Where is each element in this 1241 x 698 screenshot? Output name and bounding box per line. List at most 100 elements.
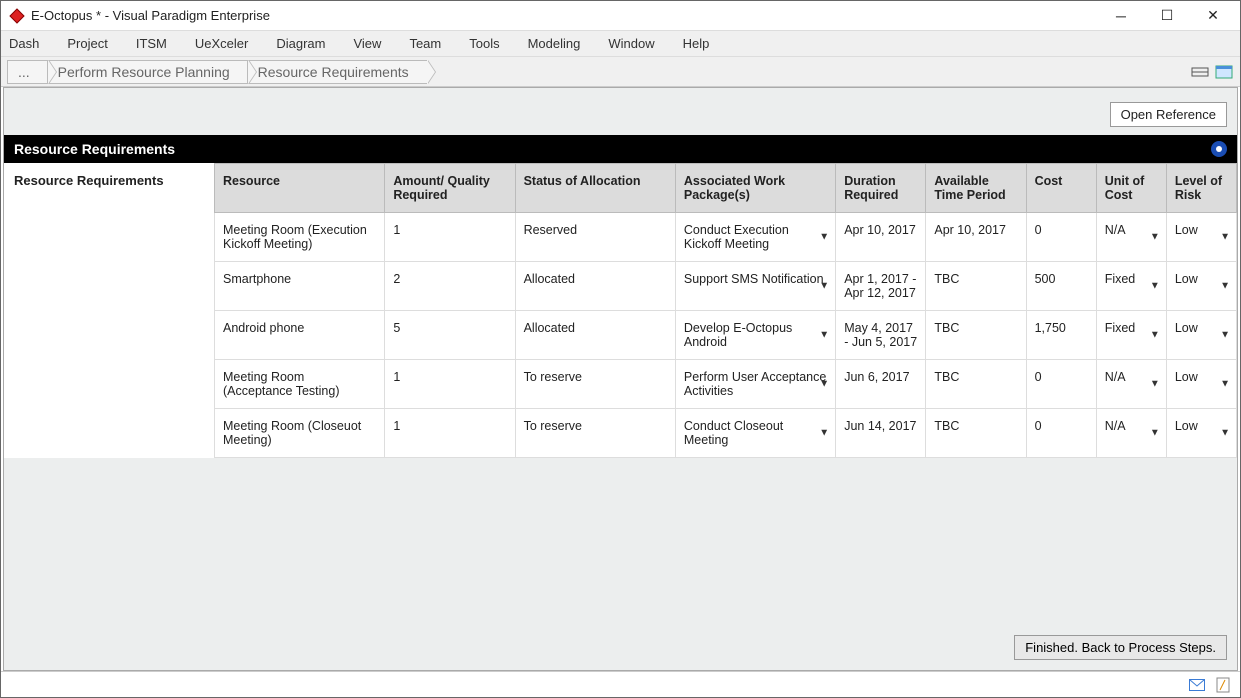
chevron-down-icon[interactable]: ▼ (819, 379, 829, 390)
cell-unit[interactable]: N/A▼ (1096, 213, 1166, 262)
breadcrumb-item[interactable]: Perform Resource Planning (47, 60, 248, 84)
col-period[interactable]: Available Time Period (926, 164, 1026, 213)
cell-duration[interactable]: Apr 10, 2017 (836, 213, 926, 262)
cell-status[interactable]: To reserve (515, 360, 675, 409)
cell-amount[interactable]: 1 (385, 360, 515, 409)
menu-window[interactable]: Window (608, 36, 654, 51)
menu-modeling[interactable]: Modeling (528, 36, 581, 51)
cell-amount[interactable]: 5 (385, 311, 515, 360)
table-row[interactable]: Smartphone2AllocatedSupport SMS Notifica… (215, 262, 1237, 311)
cell-duration[interactable]: Jun 14, 2017 (836, 409, 926, 458)
col-cost[interactable]: Cost (1026, 164, 1096, 213)
cell-cost[interactable]: 0 (1026, 213, 1096, 262)
cell-unit[interactable]: N/A▼ (1096, 409, 1166, 458)
chevron-down-icon[interactable]: ▼ (1220, 330, 1230, 341)
table-row[interactable]: Meeting Room (Closeuot Meeting)1To reser… (215, 409, 1237, 458)
menu-team[interactable]: Team (409, 36, 441, 51)
chevron-down-icon[interactable]: ▼ (1150, 330, 1160, 341)
cell-status[interactable]: Allocated (515, 262, 675, 311)
cell-unit[interactable]: N/A▼ (1096, 360, 1166, 409)
cell-period[interactable]: TBC (926, 311, 1026, 360)
col-work[interactable]: Associated Work Package(s) (675, 164, 835, 213)
cell-resource[interactable]: Meeting Room (Closeuot Meeting) (215, 409, 385, 458)
chevron-down-icon[interactable]: ▼ (819, 330, 829, 341)
breadcrumb-item[interactable]: ... (7, 60, 48, 84)
menu-view[interactable]: View (353, 36, 381, 51)
col-unit[interactable]: Unit of Cost (1096, 164, 1166, 213)
cell-resource[interactable]: Meeting Room (Acceptance Testing) (215, 360, 385, 409)
cell-cost[interactable]: 1,750 (1026, 311, 1096, 360)
cell-work[interactable]: Conduct Execution Kickoff Meeting▼ (675, 213, 835, 262)
table-header-row: Resource Amount/ Quality Required Status… (215, 164, 1237, 213)
cell-duration[interactable]: Jun 6, 2017 (836, 360, 926, 409)
cell-period[interactable]: TBC (926, 360, 1026, 409)
table-row[interactable]: Meeting Room (Execution Kickoff Meeting)… (215, 213, 1237, 262)
pin-icon[interactable] (1211, 141, 1227, 157)
cell-status[interactable]: To reserve (515, 409, 675, 458)
toolbar-icon-1[interactable] (1190, 62, 1210, 82)
cell-work[interactable]: Conduct Closeout Meeting▼ (675, 409, 835, 458)
cell-cost[interactable]: 500 (1026, 262, 1096, 311)
toolbar-icon-2[interactable] (1214, 62, 1234, 82)
cell-risk[interactable]: Low▼ (1166, 311, 1236, 360)
chevron-down-icon[interactable]: ▼ (1150, 281, 1160, 292)
cell-period[interactable]: TBC (926, 262, 1026, 311)
cell-unit[interactable]: Fixed▼ (1096, 311, 1166, 360)
cell-resource[interactable]: Smartphone (215, 262, 385, 311)
menu-uexceler[interactable]: UeXceler (195, 36, 248, 51)
col-amount[interactable]: Amount/ Quality Required (385, 164, 515, 213)
chevron-down-icon[interactable]: ▼ (1220, 379, 1230, 390)
chevron-down-icon[interactable]: ▼ (1150, 232, 1160, 243)
cell-resource[interactable]: Android phone (215, 311, 385, 360)
cell-duration[interactable]: May 4, 2017 - Jun 5, 2017 (836, 311, 926, 360)
cell-work[interactable]: Develop E-Octopus Android▼ (675, 311, 835, 360)
col-resource[interactable]: Resource (215, 164, 385, 213)
cell-risk[interactable]: Low▼ (1166, 360, 1236, 409)
chevron-down-icon[interactable]: ▼ (1220, 232, 1230, 243)
cell-risk[interactable]: Low▼ (1166, 409, 1236, 458)
close-button[interactable]: ✕ (1190, 1, 1236, 31)
cell-duration[interactable]: Apr 1, 2017 - Apr 12, 2017 (836, 262, 926, 311)
cell-unit[interactable]: Fixed▼ (1096, 262, 1166, 311)
cell-risk[interactable]: Low▼ (1166, 213, 1236, 262)
cell-work[interactable]: Support SMS Notification▼ (675, 262, 835, 311)
maximize-button[interactable]: ☐ (1144, 1, 1190, 31)
chevron-down-icon[interactable]: ▼ (1150, 428, 1160, 439)
cell-period[interactable]: Apr 10, 2017 (926, 213, 1026, 262)
col-duration[interactable]: Duration Required (836, 164, 926, 213)
cell-cost[interactable]: 0 (1026, 409, 1096, 458)
mail-icon[interactable] (1188, 676, 1206, 694)
col-status[interactable]: Status of Allocation (515, 164, 675, 213)
minimize-button[interactable]: ─ (1098, 1, 1144, 31)
cell-amount[interactable]: 1 (385, 409, 515, 458)
chevron-down-icon[interactable]: ▼ (819, 428, 829, 439)
open-reference-button[interactable]: Open Reference (1110, 102, 1227, 127)
cell-cost[interactable]: 0 (1026, 360, 1096, 409)
menu-diagram[interactable]: Diagram (276, 36, 325, 51)
menu-help[interactable]: Help (683, 36, 710, 51)
cell-status[interactable]: Reserved (515, 213, 675, 262)
chevron-down-icon[interactable]: ▼ (1150, 379, 1160, 390)
cell-period[interactable]: TBC (926, 409, 1026, 458)
cell-resource[interactable]: Meeting Room (Execution Kickoff Meeting) (215, 213, 385, 262)
chevron-down-icon[interactable]: ▼ (819, 232, 829, 243)
content-area: Open Reference Resource Requirements Res… (3, 87, 1238, 671)
cell-risk[interactable]: Low▼ (1166, 262, 1236, 311)
back-to-steps-button[interactable]: Finished. Back to Process Steps. (1014, 635, 1227, 660)
table-row[interactable]: Android phone5AllocatedDevelop E-Octopus… (215, 311, 1237, 360)
breadcrumb-item[interactable]: Resource Requirements (247, 60, 427, 84)
cell-amount[interactable]: 2 (385, 262, 515, 311)
col-risk[interactable]: Level of Risk (1166, 164, 1236, 213)
cell-work[interactable]: Perform User Acceptance Activities▼ (675, 360, 835, 409)
menu-project[interactable]: Project (67, 36, 107, 51)
menu-tools[interactable]: Tools (469, 36, 499, 51)
chevron-down-icon[interactable]: ▼ (1220, 281, 1230, 292)
menu-dash[interactable]: Dash (9, 36, 39, 51)
chevron-down-icon[interactable]: ▼ (1220, 428, 1230, 439)
note-icon[interactable] (1214, 676, 1232, 694)
cell-amount[interactable]: 1 (385, 213, 515, 262)
cell-status[interactable]: Allocated (515, 311, 675, 360)
chevron-down-icon[interactable]: ▼ (819, 281, 829, 292)
table-row[interactable]: Meeting Room (Acceptance Testing)1To res… (215, 360, 1237, 409)
menu-itsm[interactable]: ITSM (136, 36, 167, 51)
